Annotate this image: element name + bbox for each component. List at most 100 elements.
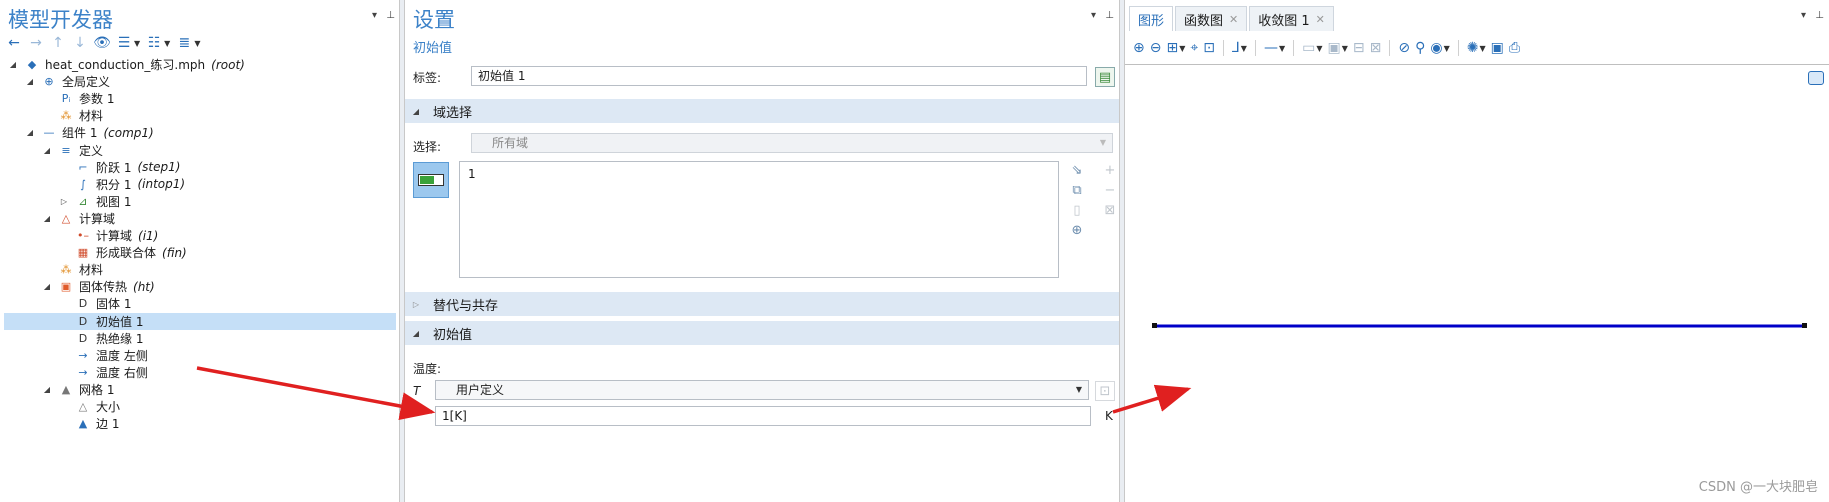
- select-boxes-icon[interactable]: ▣: [1328, 40, 1341, 56]
- active-toggle-button[interactable]: [413, 162, 449, 198]
- expand-all-icon[interactable]: ☷: [146, 35, 162, 51]
- forward-icon[interactable]: →: [28, 35, 44, 51]
- graphics-tab[interactable]: 图形: [1129, 6, 1174, 31]
- graphics-tab[interactable]: 收敛图 1 ✕: [1249, 6, 1334, 31]
- chevron-down-icon[interactable]: ▼: [1241, 44, 1247, 53]
- zoom-extents-icon[interactable]: ⊡: [1203, 40, 1215, 56]
- select-all-icon[interactable]: ⊟: [1353, 40, 1365, 56]
- chevron-down-icon[interactable]: ▼: [1479, 44, 1485, 53]
- panel-pin-icon[interactable]: ▾ ⊥: [1801, 10, 1827, 21]
- axes-icon[interactable]: ⅃: [1232, 40, 1240, 56]
- tree-node[interactable]: ▦ 形成联合体 (fin): [4, 244, 396, 261]
- locate-icon[interactable]: ⊕: [1068, 221, 1086, 239]
- zoom-box-icon[interactable]: ⊞: [1166, 40, 1178, 56]
- collapse-all-icon[interactable]: ☰: [116, 35, 132, 51]
- show-icon[interactable]: 👁: [93, 35, 111, 51]
- tree-node[interactable]: ⌐ 阶跃 1 (step1): [4, 159, 396, 176]
- paste-selection-icon[interactable]: ⇘: [1068, 161, 1086, 179]
- zoom-in-icon[interactable]: ⊕: [1133, 40, 1145, 56]
- scene-light-icon[interactable]: ✺: [1467, 40, 1479, 56]
- chevron-down-icon[interactable]: ▼: [1316, 44, 1322, 53]
- tree-node[interactable]: ∫ 积分 1 (intop1): [4, 176, 396, 193]
- move-down-icon[interactable]: ↓: [72, 35, 88, 51]
- tree-node[interactable]: D 固体 1: [4, 295, 396, 312]
- chevron-right-icon[interactable]: ▷: [59, 197, 69, 206]
- chevron-down-icon[interactable]: ◢: [25, 77, 35, 86]
- section-domain-selection[interactable]: ◢ 域选择: [405, 99, 1119, 123]
- chevron-down-icon[interactable]: ◢: [25, 128, 35, 137]
- tree-node[interactable]: D 初始值 1: [4, 312, 396, 330]
- tree-node[interactable]: D 热绝缘 1: [4, 330, 396, 347]
- tree-node[interactable]: → 温度 右侧: [4, 364, 396, 381]
- temperature-field[interactable]: 1[K]: [435, 406, 1091, 426]
- camera-icon[interactable]: ▣: [1491, 40, 1504, 56]
- select-objects-icon[interactable]: ▭: [1302, 40, 1315, 56]
- tree-node[interactable]: •– 计算域 (i1): [4, 227, 396, 244]
- temperature-mode-dropdown[interactable]: 用户定义 ▼: [435, 380, 1089, 400]
- line-style-icon[interactable]: —: [1264, 40, 1278, 56]
- toolbar-divider: [1222, 40, 1224, 56]
- selection-dropdown[interactable]: 所有域 ▼: [471, 133, 1113, 153]
- tree-node[interactable]: ◢ △ 计算域: [4, 210, 396, 227]
- tree-node[interactable]: ◢ — 组件 1 (comp1): [4, 124, 396, 141]
- tree-node[interactable]: ◢ ◆ heat_conduction_练习.mph (root): [4, 56, 396, 73]
- watermark: CSDN @一大块肥皂: [1698, 480, 1818, 495]
- graphics-canvas[interactable]: CSDN @一大块肥皂: [1125, 64, 1829, 502]
- selection-list[interactable]: 1: [459, 161, 1059, 278]
- chevron-down-icon[interactable]: ▼: [194, 39, 200, 48]
- tree-node[interactable]: △ 大小: [4, 398, 396, 415]
- print-icon[interactable]: ⎙: [1509, 40, 1520, 56]
- tree-node[interactable]: ▲ 边 1: [4, 415, 396, 432]
- hide-icon[interactable]: ⊘: [1398, 40, 1410, 56]
- chevron-down-icon[interactable]: ◢: [8, 60, 18, 69]
- back-icon[interactable]: ←: [6, 35, 22, 51]
- chevron-down-icon[interactable]: ▼: [1444, 44, 1450, 53]
- chevron-down-icon: ▼: [1075, 385, 1082, 394]
- chevron-down-icon[interactable]: ◢: [42, 282, 52, 291]
- center-icon[interactable]: ⌖: [1190, 40, 1198, 56]
- move-up-icon[interactable]: ↑: [50, 35, 66, 51]
- tree-node[interactable]: ⁂ 材料: [4, 107, 396, 124]
- tree-node[interactable]: Pᵢ 参数 1: [4, 90, 396, 107]
- label-caption: 标签:: [413, 71, 442, 85]
- panel-pin-icon[interactable]: ▾ ⊥: [372, 10, 398, 21]
- add-icon[interactable]: +: [1101, 161, 1119, 179]
- tree-node[interactable]: ⁂ 材料: [4, 261, 396, 278]
- clear-selection-icon[interactable]: ▯: [1068, 201, 1086, 219]
- zoom-out-icon[interactable]: ⊖: [1150, 40, 1162, 56]
- tree-node[interactable]: ▷ ⊿ 视图 1: [4, 193, 396, 210]
- chevron-down-icon[interactable]: ◢: [42, 146, 52, 155]
- deselect-icon[interactable]: ⊠: [1370, 40, 1382, 56]
- vertex-right[interactable]: [1802, 323, 1807, 328]
- graphics-tab[interactable]: 函数图 ✕: [1175, 6, 1248, 31]
- copy-selection-icon[interactable]: ⧉: [1068, 181, 1086, 199]
- list-view-icon[interactable]: ≣: [176, 35, 192, 51]
- comment-icon[interactable]: ▤: [1095, 67, 1115, 87]
- zoom-selection-icon[interactable]: ⊠: [1101, 201, 1119, 219]
- remove-icon[interactable]: −: [1101, 181, 1119, 199]
- tree-node[interactable]: ◢ ⊕ 全局定义: [4, 73, 396, 90]
- chevron-down-icon[interactable]: ▼: [1342, 44, 1348, 53]
- chevron-down-icon[interactable]: ▼: [1179, 44, 1185, 53]
- view-visibility-icon[interactable]: ◉: [1430, 40, 1442, 56]
- mesh-icon: ▲: [61, 382, 71, 396]
- tree-node[interactable]: → 温度 左侧: [4, 347, 396, 364]
- chevron-down-icon[interactable]: ▼: [1279, 44, 1285, 53]
- chevron-down-icon[interactable]: ◢: [42, 214, 52, 223]
- section-override[interactable]: ▷ 替代与共存: [405, 292, 1119, 316]
- vertex-left[interactable]: [1152, 323, 1157, 328]
- close-icon[interactable]: ✕: [1229, 13, 1238, 26]
- tree-node[interactable]: ◢ ▣ 固体传热 (ht): [4, 278, 396, 295]
- expression-icon[interactable]: ⊡: [1095, 381, 1115, 401]
- chevron-down-icon[interactable]: ▼: [164, 39, 170, 48]
- section-initial-values[interactable]: ◢ 初始值: [405, 321, 1119, 345]
- tree-node[interactable]: ◢ ▲ 网格 1: [4, 381, 396, 398]
- chevron-down-icon[interactable]: ▼: [134, 39, 140, 48]
- list-item[interactable]: 1: [468, 167, 476, 181]
- tree-node[interactable]: ◢ ≡ 定义: [4, 142, 396, 159]
- close-icon[interactable]: ✕: [1316, 13, 1325, 26]
- chevron-down-icon[interactable]: ◢: [42, 385, 52, 394]
- dynamic-select-icon[interactable]: ⚲: [1415, 40, 1425, 56]
- label-field[interactable]: 初始值 1: [471, 66, 1087, 86]
- panel-pin-icon[interactable]: ▾ ⊥: [1091, 10, 1117, 21]
